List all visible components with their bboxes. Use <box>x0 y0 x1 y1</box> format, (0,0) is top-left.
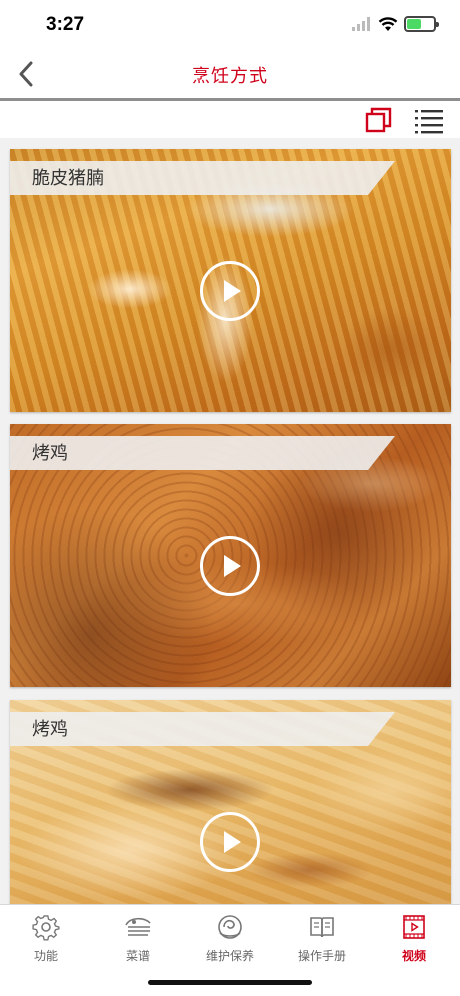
grid-view-button[interactable] <box>364 106 394 136</box>
play-icon <box>224 555 241 577</box>
play-button[interactable] <box>200 536 260 596</box>
play-icon <box>224 280 241 302</box>
tab-functions[interactable]: 功能 <box>0 911 92 967</box>
video-title: 烤鸡 <box>10 712 395 746</box>
book-icon <box>310 917 334 938</box>
tab-label: 维护保养 <box>205 949 254 963</box>
maintenance-icon <box>218 915 242 939</box>
grid-view-icon <box>365 107 392 133</box>
tab-label: 菜谱 <box>125 949 150 963</box>
video-title: 烤鸡 <box>10 436 395 470</box>
status-time: 3:27 <box>46 14 85 35</box>
tab-recipes[interactable]: 菜谱 <box>92 911 184 967</box>
tab-manual[interactable]: 操作手册 <box>276 911 368 967</box>
tab-videos[interactable]: 视频 <box>368 911 460 967</box>
tab-label: 功能 <box>33 949 58 963</box>
list-view-icon <box>415 110 443 134</box>
page-title: 烹饪方式 <box>192 66 268 86</box>
play-button[interactable] <box>200 261 260 321</box>
gear-icon <box>32 915 60 941</box>
home-indicator <box>148 980 312 985</box>
tab-maintenance[interactable]: 维护保养 <box>184 911 276 967</box>
battery-level <box>407 19 421 29</box>
tab-label: 操作手册 <box>297 949 346 963</box>
signal-icon <box>352 17 370 31</box>
video-card[interactable]: 烤鸡 <box>10 700 451 904</box>
wifi-icon <box>378 16 398 31</box>
nav-divider <box>0 98 460 101</box>
play-icon <box>224 831 241 853</box>
list-view-button[interactable] <box>413 106 445 136</box>
video-list: 脆皮猪腩 烤鸡 烤鸡 <box>0 138 460 904</box>
status-icons <box>352 16 439 32</box>
video-icon <box>403 915 425 939</box>
status-bar: 3:27 <box>0 0 460 50</box>
tab-label: 视频 <box>401 949 426 963</box>
view-toggle-bar <box>0 104 460 138</box>
play-button[interactable] <box>200 812 260 872</box>
battery-icon <box>404 16 439 32</box>
recipe-icon <box>125 917 151 936</box>
video-title: 脆皮猪腩 <box>10 161 395 195</box>
video-card[interactable]: 脆皮猪腩 <box>10 149 451 412</box>
navigation-bar: 烹饪方式 <box>0 50 460 98</box>
video-card[interactable]: 烤鸡 <box>10 424 451 687</box>
